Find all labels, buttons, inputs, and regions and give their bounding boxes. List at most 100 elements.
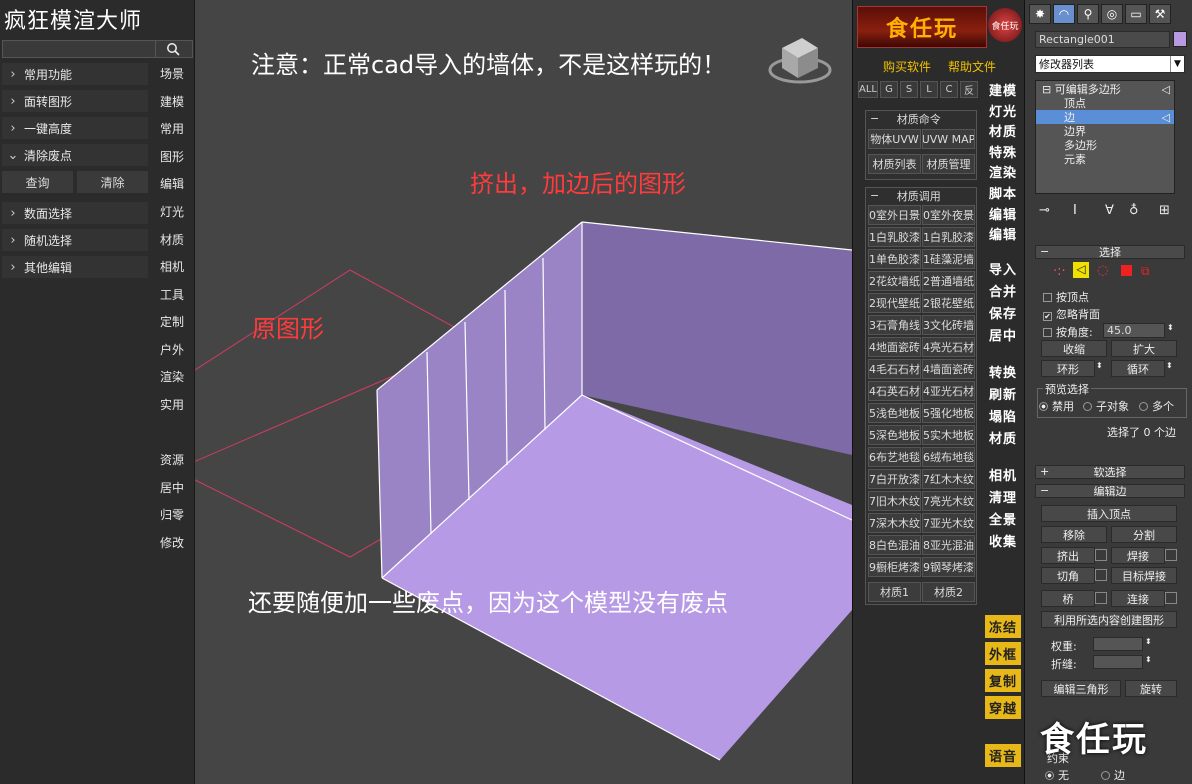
side-tab-camera[interactable]: 相机 (160, 258, 184, 275)
spinner-arrows-icon[interactable]: ⬍ (1145, 637, 1152, 646)
tool-button[interactable]: 复制 (985, 669, 1021, 692)
menu-item-face-count-select[interactable]: › 数面选择 (2, 202, 148, 224)
edit-edges-rollout-header[interactable]: − 编辑边 (1035, 484, 1185, 498)
turn-button[interactable]: 旋转 (1125, 680, 1177, 697)
by-vertex-checkbox[interactable]: 按顶点 (1043, 289, 1089, 305)
loop-spinner-icon[interactable]: ⬍ (1166, 361, 1173, 370)
tool-button[interactable]: 渲染 (985, 161, 1021, 181)
menu-item-other-edit[interactable]: › 其他编辑 (2, 256, 148, 278)
extrude-button[interactable]: 挤出 (1041, 547, 1095, 564)
tool-button[interactable]: 收集 (985, 530, 1021, 550)
chamfer-settings-icon[interactable] (1095, 569, 1107, 581)
menu-item-common[interactable]: › 常用功能 (2, 63, 148, 85)
constraint-none-radio[interactable]: 无 (1045, 767, 1069, 783)
weld-settings-icon[interactable] (1165, 549, 1177, 561)
filter-geometry[interactable]: G (880, 81, 898, 98)
tool-button[interactable]: 编辑 (985, 203, 1021, 223)
spinner-arrows-icon[interactable]: ⬍ (1145, 655, 1152, 664)
vertex-mode-icon[interactable]: ·:· (1053, 264, 1066, 279)
tool-button[interactable]: 居中 (985, 324, 1021, 344)
filter-invert[interactable]: 反 (960, 81, 978, 98)
material-preset-button[interactable]: 7亮光木纹 (922, 491, 975, 511)
material-preset-button[interactable]: 2现代壁纸 (868, 293, 921, 313)
angle-spinner[interactable]: 45.0 (1103, 323, 1165, 338)
constraint-edge-radio[interactable]: 边 (1101, 767, 1125, 783)
collapse-icon[interactable]: − (870, 189, 897, 202)
make-unique-icon[interactable]: ∀ (1105, 203, 1114, 218)
material-preset-button[interactable]: 1白乳胶漆 (868, 227, 921, 247)
tool-button[interactable]: 刷新 (985, 383, 1021, 403)
filter-all[interactable]: ALL (858, 81, 878, 98)
create-shape-button[interactable]: 利用所选内容创建图形 (1041, 611, 1177, 628)
ring-button[interactable]: 环形 (1041, 360, 1095, 377)
material-preset-button[interactable]: 6绒布地毯 (922, 447, 975, 467)
help-file-link[interactable]: 帮助文件 (948, 58, 996, 75)
tool-button[interactable]: 塌陷 (985, 405, 1021, 425)
material-preset-button[interactable]: 0室外日景 (868, 205, 921, 225)
query-button[interactable]: 查询 (2, 171, 73, 193)
grow-button[interactable]: 扩大 (1111, 340, 1177, 357)
side-tab-tools[interactable]: 工具 (160, 286, 184, 303)
side-tab-custom[interactable]: 定制 (160, 313, 184, 330)
material-1-button[interactable]: 材质1 (868, 582, 921, 602)
object-name-field[interactable]: Rectangle001 (1035, 31, 1170, 48)
material-preset-button[interactable]: 4亮光石材 (922, 337, 975, 357)
object-color-swatch[interactable] (1173, 31, 1187, 47)
material-preset-button[interactable]: 8白色混油 (868, 535, 921, 555)
material-preset-button[interactable]: 5强化地板 (922, 403, 975, 423)
material-preset-button[interactable]: 2普通墙纸 (922, 271, 975, 291)
weight-spinner[interactable] (1093, 637, 1143, 651)
insert-vertex-button[interactable]: 插入顶点 (1041, 505, 1177, 522)
material-preset-button[interactable]: 5深色地板 (868, 425, 921, 445)
tool-button[interactable]: 合并 (985, 280, 1021, 300)
side-tab-reset[interactable]: 归零 (160, 506, 184, 523)
bridge-settings-icon[interactable] (1095, 592, 1107, 604)
tool-button[interactable]: 灯光 (985, 100, 1021, 120)
pin-stack-icon[interactable]: ⊸ (1039, 203, 1050, 218)
material-2-button[interactable]: 材质2 (922, 582, 975, 602)
side-tab-center[interactable]: 居中 (160, 479, 184, 496)
search-icon[interactable] (155, 41, 189, 57)
menu-item-random-select[interactable]: › 随机选择 (2, 229, 148, 251)
stack-item-border[interactable]: 边界 (1036, 124, 1174, 138)
material-preset-button[interactable]: 7亚光木纹 (922, 513, 975, 533)
filter-cameras[interactable]: C (940, 81, 958, 98)
material-preset-button[interactable]: 4亚光石材 (922, 381, 975, 401)
connect-button[interactable]: 连接 (1111, 590, 1165, 607)
side-tab-modify[interactable]: 修改 (160, 534, 184, 551)
clear-button[interactable]: 清除 (77, 171, 148, 193)
by-angle-checkbox[interactable]: 按角度: (1043, 324, 1093, 340)
material-preset-button[interactable]: 1白乳胶漆 (922, 227, 975, 247)
configure-sets-icon[interactable]: ⊞ (1159, 203, 1170, 218)
material-preset-button[interactable]: 2花纹墙纸 (868, 271, 921, 291)
soft-selection-rollout-header[interactable]: + 软选择 (1035, 465, 1185, 479)
tool-button[interactable]: 转换 (985, 361, 1021, 381)
create-tab-icon[interactable]: ✸ (1029, 4, 1051, 24)
menu-item-one-key-height[interactable]: › 一键高度 (2, 117, 148, 139)
material-preset-button[interactable]: 3石膏角线 (868, 315, 921, 335)
ignore-backface-checkbox[interactable]: ✔ 忽略背面 (1043, 306, 1100, 322)
weld-button[interactable]: 焊接 (1111, 547, 1165, 564)
show-end-result-icon[interactable]: Ⅰ (1073, 203, 1077, 218)
modifier-list-dropdown[interactable]: 修改器列表 ▼ (1035, 55, 1185, 73)
material-preset-button[interactable]: 1单色胶漆 (868, 249, 921, 269)
tool-button[interactable]: 冻结 (985, 615, 1021, 638)
side-tab-outdoor[interactable]: 户外 (160, 341, 184, 358)
material-preset-button[interactable]: 4地面瓷砖 (868, 337, 921, 357)
side-tab-resources[interactable]: 资源 (160, 451, 184, 468)
tool-button[interactable]: 穿越 (985, 696, 1021, 719)
utilities-tab-icon[interactable]: ⚒ (1149, 4, 1171, 24)
material-preset-button[interactable]: 4毛石石材 (868, 359, 921, 379)
tool-button[interactable]: 特殊 (985, 141, 1021, 161)
material-preset-button[interactable]: 7白开放漆 (868, 469, 921, 489)
side-tab-modeling[interactable]: 建模 (160, 93, 184, 110)
stack-item-edge[interactable]: 边 ◁ (1036, 110, 1174, 124)
preview-disabled-radio[interactable]: 禁用 (1039, 398, 1074, 414)
edge-mode-icon[interactable]: ◁ (1073, 262, 1089, 278)
material-preset-button[interactable]: 4墙面瓷砖 (922, 359, 975, 379)
buy-software-link[interactable]: 购买软件 (883, 58, 931, 75)
polygon-mode-icon[interactable] (1121, 265, 1132, 276)
motion-tab-icon[interactable]: ◎ (1101, 4, 1123, 24)
material-preset-button[interactable]: 6布艺地毯 (868, 447, 921, 467)
tool-button[interactable]: 编辑 (985, 223, 1021, 243)
